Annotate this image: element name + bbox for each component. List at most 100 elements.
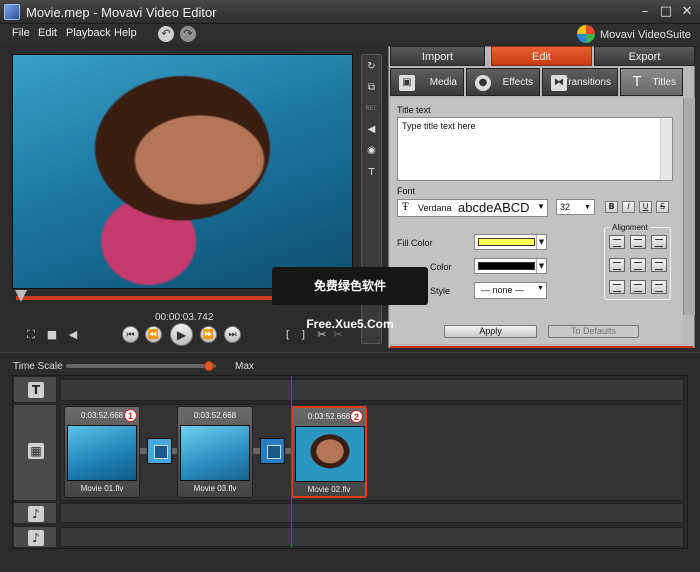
audio-track-2-lane[interactable] [60, 527, 684, 547]
align-bottom-center-button[interactable] [630, 280, 646, 294]
subtab-effects[interactable]: ● Effects [466, 68, 540, 96]
tab-export[interactable]: Export [594, 46, 695, 66]
align-top-right-button[interactable] [651, 235, 667, 249]
clip-name: Movie 03.flv [193, 484, 237, 493]
panel-scrollbar[interactable] [683, 98, 695, 315]
outline-color-dropdown-icon: ▼ [536, 259, 546, 273]
red-eye-icon[interactable]: REC [364, 101, 379, 116]
align-middle-left-button[interactable] [609, 258, 625, 272]
tab-edit[interactable]: Edit [491, 46, 592, 66]
font-select[interactable]: Ŧ Verdana abcdeABCD ▼ [397, 199, 548, 217]
subtab-media[interactable]: ▣ Media [390, 68, 464, 96]
font-type-icon: Ŧ [402, 202, 409, 213]
close-icon[interactable]: ✕ [678, 4, 696, 20]
audio-track-1-lane[interactable] [60, 503, 684, 523]
timeline-clip[interactable]: 0:03:52.668 Movie 01.flv 1 [64, 406, 140, 498]
time-scale-slider[interactable] [66, 364, 216, 368]
transition-thumbnail-2[interactable] [260, 438, 285, 464]
skip-to-end-button[interactable]: ⏭ [224, 326, 241, 343]
skip-to-start-button[interactable]: ⏮ [122, 326, 139, 343]
title-text-scrollbar[interactable] [660, 118, 672, 180]
panel-accent-line [390, 346, 693, 348]
italic-button[interactable]: I [622, 201, 635, 213]
window-title: Movie.mep - Movavi Video Editor [26, 5, 217, 20]
menu-playback[interactable]: Playback [66, 27, 111, 39]
time-scale-label: Time Scale [13, 361, 63, 372]
fill-color-select[interactable]: ▼ [474, 234, 547, 250]
subtab-effects-label: Effects [502, 77, 533, 88]
menu-edit[interactable]: Edit [38, 27, 57, 39]
strikethrough-button[interactable]: S [656, 201, 669, 213]
subtab-media-label: Media [429, 77, 457, 88]
crop-icon[interactable]: ⧉ [364, 80, 379, 95]
subtab-titles-label: Titles [652, 77, 676, 88]
font-size-select[interactable]: 32 ▼ [556, 199, 595, 215]
app-icon [4, 4, 20, 20]
tab-import[interactable]: Import [390, 46, 485, 66]
fill-color-swatch [478, 238, 535, 246]
menu-help[interactable]: Help [114, 27, 137, 39]
title-track-lane[interactable] [60, 379, 684, 401]
minimize-icon[interactable]: – [636, 4, 654, 20]
outline-color-select[interactable]: ▼ [474, 258, 547, 274]
clip-name: Movie 02.flv [307, 485, 351, 494]
music-note-icon-2: ♪ [28, 530, 44, 546]
apply-button[interactable]: Apply [444, 325, 537, 338]
align-bottom-left-button[interactable] [609, 280, 625, 294]
seek-thumb[interactable] [15, 290, 27, 302]
media-icon: ▣ [399, 75, 415, 91]
title-track-icon: T [28, 382, 44, 398]
title-text-label: Title text [397, 105, 431, 115]
volume-icon[interactable]: ◀ [364, 122, 379, 137]
clip-name: Movie 01.flv [80, 484, 124, 493]
color-adjust-icon[interactable]: ◉ [364, 143, 379, 158]
fill-color-dropdown-icon: ▼ [536, 235, 546, 249]
font-preview: abcdeABCD [458, 200, 530, 215]
mute-icon[interactable]: ◀ [66, 328, 80, 342]
outline-color-label: Color [430, 262, 452, 272]
fast-forward-button[interactable]: ⏩ [200, 326, 217, 343]
mark-in-icon[interactable]: [ [281, 328, 295, 342]
outline-style-select[interactable]: — none — ▼ [474, 282, 547, 299]
videosuite-link[interactable]: Movavi VideoSuite [600, 29, 691, 41]
align-middle-right-button[interactable] [651, 258, 667, 272]
rotate-icon[interactable]: ↻ [364, 59, 379, 74]
subtab-transitions-label: Transitions [562, 77, 611, 88]
fullscreen-icon[interactable]: ⛶ [24, 328, 38, 342]
timeline-clip[interactable]: 0:03:52.668 Movie 03.flv [177, 406, 253, 498]
title-text-input[interactable]: Type title text here [397, 117, 673, 181]
timecode: 00:00:03.742 [155, 312, 214, 323]
play-button[interactable]: ▶ [170, 323, 193, 346]
maximize-icon[interactable]: □ [657, 4, 675, 20]
undo-icon[interactable]: ↶ [158, 26, 174, 42]
subtab-transitions[interactable]: ⧓ Transitions [542, 68, 618, 96]
text-tool-icon[interactable]: T [364, 165, 379, 180]
align-middle-center-button[interactable] [630, 258, 646, 272]
bold-button[interactable]: B [605, 201, 618, 213]
align-top-left-button[interactable] [609, 235, 625, 249]
music-note-icon: ♪ [28, 506, 44, 522]
subtab-titles[interactable]: T Titles [620, 68, 683, 96]
underline-button[interactable]: U [639, 201, 652, 213]
time-scale-thumb[interactable] [203, 361, 214, 371]
clip-badge: 1 [124, 409, 137, 422]
clip-badge: 2 [350, 410, 363, 423]
align-top-center-button[interactable] [630, 235, 646, 249]
redo-icon[interactable]: ↷ [180, 26, 196, 42]
menu-file[interactable]: File [12, 27, 30, 39]
to-defaults-button[interactable]: To Defaults [548, 325, 639, 338]
transition-thumbnail[interactable] [147, 438, 172, 464]
playhead[interactable] [291, 376, 292, 548]
rewind-button[interactable]: ⏪ [145, 326, 162, 343]
timeline-clip-selected[interactable]: 0:03:52.668 Movie 02.flv 2 [291, 406, 367, 498]
watermark-overlay: 免费绿色软件Free.Xue5.Com [272, 267, 428, 331]
outline-style-label: Style [430, 286, 451, 296]
font-size-value: 32 [560, 202, 571, 212]
clip-duration: 0:03:52.668 [193, 411, 237, 420]
alignment-label: Alignment [610, 223, 650, 232]
fill-color-label: Fill Color [397, 238, 433, 248]
time-scale-max-label: Max [235, 361, 254, 372]
snapshot-icon[interactable]: ■ [45, 328, 59, 342]
videosuite-logo-icon[interactable] [577, 25, 595, 43]
align-bottom-right-button[interactable] [651, 280, 667, 294]
